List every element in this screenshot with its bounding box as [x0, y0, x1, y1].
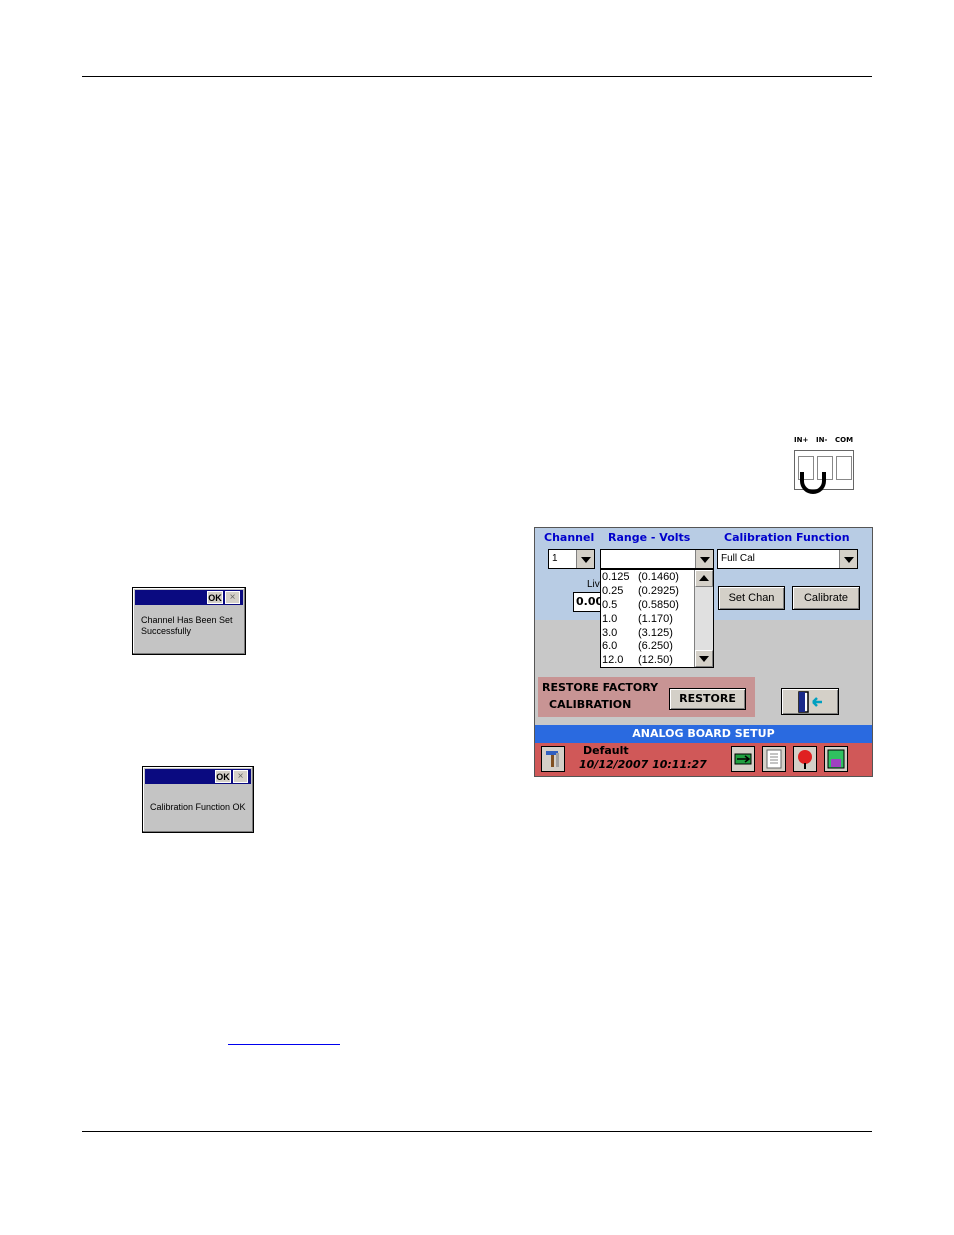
chevron-down-icon[interactable] [695, 550, 713, 568]
exit-button[interactable] [781, 688, 839, 715]
ok-button[interactable]: OK [207, 591, 223, 604]
range-scrollbar[interactable] [694, 570, 713, 667]
save-icon[interactable] [824, 746, 848, 772]
range-option[interactable]: 0.25 (0.2925) [602, 585, 679, 599]
header-rule [82, 76, 872, 77]
range-option[interactable]: 0.125 (0.1460) [602, 571, 679, 585]
range-option[interactable]: 3.0 (3.125) [602, 627, 673, 641]
range-dropdown-list[interactable]: 0.125 (0.1460) 0.25 (0.2925) 0.5 (0.5850) 1… [600, 569, 714, 668]
screen-title: ANALOG BOARD SETUP [535, 725, 872, 743]
terminal-label-in-minus: IN- [816, 436, 828, 444]
channel-select[interactable]: 1 [548, 549, 595, 569]
calibration-ok-dialog: OK × Calibration Function OK [142, 766, 254, 833]
dialog-message: Calibration Function OK [150, 802, 246, 812]
range-option[interactable]: 12.0 (12.50) [602, 654, 673, 668]
channel-value: 1 [552, 553, 558, 564]
live-label: Liv [587, 579, 600, 590]
analog-board-setup-screen: Channel Range - Volts Calibration Functi… [534, 527, 873, 777]
transfer-icon[interactable] [731, 746, 755, 772]
terminal-label-in-plus: IN+ [794, 436, 809, 444]
close-icon[interactable]: × [225, 591, 240, 604]
channel-header: Channel [544, 531, 595, 544]
exit-door-icon [798, 691, 822, 713]
range-option[interactable]: 1.0 (1.170) [602, 613, 673, 627]
terminal-block-figure: IN+ IN- COM [790, 428, 856, 500]
range-header: Range - Volts [608, 531, 691, 544]
status-bar: Default 10/12/2007 10:11:27 [535, 743, 872, 776]
restore-label-line2: CALIBRATION [549, 698, 632, 711]
report-icon[interactable] [762, 746, 786, 772]
channel-set-dialog: OK × Channel Has Been Set Successfully [132, 587, 246, 655]
range-option[interactable]: 6.0 (6.250) [602, 640, 673, 654]
status-datetime: 10/12/2007 10:11:27 [579, 758, 707, 771]
range-select[interactable] [600, 549, 714, 569]
scroll-down-icon[interactable] [695, 650, 713, 667]
restore-factory-section: RESTORE FACTORY CALIBRATION RESTORE [538, 677, 755, 717]
restore-label-line1: RESTORE FACTORY [542, 681, 659, 694]
jumper-wire [800, 472, 826, 494]
dialog-message-line2: Successfully [141, 626, 192, 636]
calibrate-button[interactable]: Calibrate [792, 586, 860, 610]
calibration-header: Calibration Function [724, 531, 850, 544]
hyperlink[interactable] [228, 1036, 340, 1045]
alarm-icon[interactable] [793, 746, 817, 772]
tools-icon[interactable] [541, 746, 565, 772]
chevron-down-icon[interactable] [576, 550, 594, 568]
set-chan-button[interactable]: Set Chan [718, 586, 785, 610]
terminal-label-com: COM [835, 436, 854, 444]
restore-button[interactable]: RESTORE [669, 688, 746, 710]
dialog-message-line1: Channel Has Been Set [141, 615, 233, 625]
close-icon[interactable]: × [233, 770, 248, 783]
ok-button[interactable]: OK [215, 770, 231, 783]
chevron-down-icon[interactable] [839, 550, 857, 568]
range-option[interactable]: 0.5 (0.5850) [602, 599, 679, 613]
footer-rule [82, 1131, 872, 1132]
calibration-value: Full Cal [721, 553, 755, 564]
calibration-function-select[interactable]: Full Cal [717, 549, 858, 569]
scroll-up-icon[interactable] [695, 570, 713, 587]
profile-name: Default [583, 744, 629, 757]
